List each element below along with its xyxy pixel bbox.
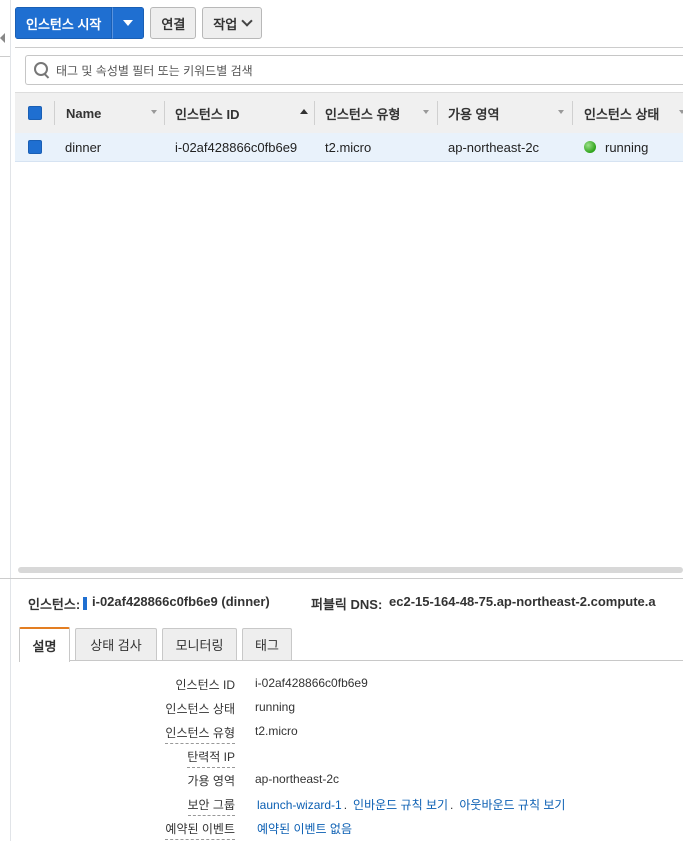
security-group-link[interactable]: launch-wizard-1 xyxy=(257,798,342,812)
column-header-instance-state[interactable]: 인스턴스 상태 xyxy=(584,93,659,133)
connect-button-label: 연결 xyxy=(161,16,186,32)
inbound-rules-link[interactable]: 인바운드 규칙 보기 xyxy=(353,798,448,812)
sort-caret-icon[interactable] xyxy=(423,110,429,114)
detail-value: 예약된 이벤트 없음 xyxy=(257,820,352,837)
scheduled-events-link[interactable]: 예약된 이벤트 없음 xyxy=(257,822,352,836)
detail-value: ap-northeast-2c xyxy=(255,772,340,786)
detail-key: 인스턴스 상태 xyxy=(165,702,235,716)
column-header-availability-zone[interactable]: 가용 영역 xyxy=(448,93,499,133)
search-filter-input[interactable]: 태그 및 속성별 필터 또는 키워드별 검색 xyxy=(25,55,683,85)
tab-tags[interactable]: 태그 xyxy=(242,628,292,660)
detail-key[interactable]: 예약된 이벤트 xyxy=(165,820,235,840)
column-header-instance-id-label: 인스턴스 ID xyxy=(175,106,240,122)
column-header-instance-state-label: 인스턴스 상태 xyxy=(584,106,660,122)
select-all-checkbox[interactable] xyxy=(28,106,42,120)
instance-header-label-text: 인스턴스: xyxy=(28,597,81,612)
actions-button[interactable]: 작업 xyxy=(202,7,263,39)
chevron-down-icon xyxy=(241,15,253,27)
tab-description-label: 설명 xyxy=(32,639,57,654)
detail-value: running xyxy=(255,700,296,714)
instance-header-value: i-02af428866c0fb6e9 (dinner) xyxy=(92,594,270,609)
tab-monitoring[interactable]: 모니터링 xyxy=(162,628,237,660)
link-separator: . xyxy=(450,798,454,812)
detail-row-scheduled-events: 예약된 이벤트 예약된 이벤트 없음 xyxy=(0,816,683,840)
detail-key: 인스턴스 ID xyxy=(175,678,236,692)
outbound-rules-link[interactable]: 아웃바운드 규칙 보기 xyxy=(459,798,565,812)
tab-description[interactable]: 설명 xyxy=(19,627,70,662)
connect-button[interactable]: 연결 xyxy=(150,7,197,39)
horizontal-scrollbar[interactable] xyxy=(18,567,683,573)
detail-row-security-group: 보안 그룹 launch-wizard-1. 인바운드 규칙 보기. 아웃바운드 규… xyxy=(0,792,683,816)
instance-header-label: 인스턴스: xyxy=(28,594,91,613)
instance-detail-header: 인스턴스: i-02af428866c0fb6e9 (dinner) 퍼블릭 D… xyxy=(0,578,683,623)
toolbar: 인스턴스 시작 연결 작업 xyxy=(15,7,263,39)
detail-key: 가용 영역 xyxy=(187,774,236,788)
tab-status-checks-label: 상태 검사 xyxy=(90,638,142,653)
cell-instance-state-label: running xyxy=(605,139,649,155)
actions-button-label: 작업 xyxy=(213,16,238,32)
cell-name: dinner xyxy=(65,139,102,155)
cell-availability-zone: ap-northeast-2c xyxy=(448,139,540,155)
detail-value: t2.micro xyxy=(255,724,298,738)
detail-key[interactable]: 보안 그룹 xyxy=(187,796,235,816)
detail-value: launch-wizard-1. 인바운드 규칙 보기. 아웃바운드 규칙 보기 xyxy=(257,796,565,813)
caret-down-icon xyxy=(123,20,134,26)
tab-monitoring-label: 모니터링 xyxy=(175,638,224,653)
column-header-name[interactable]: Name xyxy=(66,93,101,133)
column-header-instance-type-label: 인스턴스 유형 xyxy=(325,106,401,122)
column-separator xyxy=(164,101,165,125)
detail-row-availability-zone: 가용 영역 ap-northeast-2c xyxy=(0,768,683,792)
column-header-instance-id[interactable]: 인스턴스 ID xyxy=(175,93,239,133)
detail-row-instance-state: 인스턴스 상태 running xyxy=(0,696,683,720)
cell-instance-state: running xyxy=(584,133,648,161)
tab-tags-label: 태그 xyxy=(255,638,279,653)
row-checkbox[interactable] xyxy=(28,140,42,154)
launch-instance-button-group: 인스턴스 시작 xyxy=(15,7,145,39)
launch-instance-button[interactable]: 인스턴스 시작 xyxy=(15,7,113,39)
cell-instance-type: t2.micro xyxy=(325,139,372,155)
column-header-availability-zone-label: 가용 영역 xyxy=(448,106,500,122)
public-dns-label: 퍼블릭 DNS: xyxy=(311,597,383,612)
detail-row-elastic-ip: 탄력적 IP xyxy=(0,744,683,768)
detail-key[interactable]: 인스턴스 유형 xyxy=(165,724,235,744)
table-row[interactable]: dinner i-02af428866c0fb6e9 t2.micro ap-n… xyxy=(15,133,683,162)
tab-baseline xyxy=(19,660,683,661)
rail-divider xyxy=(0,56,10,57)
detail-row-instance-id: 인스턴스 ID i-02af428866c0fb6e9 xyxy=(0,672,683,696)
search-placeholder: 태그 및 속성별 필터 또는 키워드별 검색 xyxy=(56,63,253,78)
column-header-instance-type[interactable]: 인스턴스 유형 xyxy=(325,93,400,133)
sort-ascending-icon[interactable] xyxy=(300,109,308,114)
detail-key[interactable]: 탄력적 IP xyxy=(187,748,235,768)
sort-caret-icon[interactable] xyxy=(679,110,683,114)
tab-status-checks[interactable]: 상태 검사 xyxy=(75,628,157,660)
sort-caret-icon[interactable] xyxy=(151,110,157,114)
column-separator xyxy=(314,101,315,125)
table-header: Name 인스턴스 ID 인스턴스 유형 가용 영역 인스턴스 상태 xyxy=(15,92,683,134)
instances-panel: 태그 및 속성별 필터 또는 키워드별 검색 Name 인스턴스 ID 인스턴스… xyxy=(15,47,683,578)
launch-dropdown-button[interactable] xyxy=(112,7,145,39)
link-separator: . xyxy=(343,798,348,812)
cell-instance-id: i-02af428866c0fb6e9 xyxy=(175,139,298,155)
public-dns-value: ec2-15-164-48-75.ap-northeast-2.compute.… xyxy=(389,594,656,609)
detail-row-instance-type: 인스턴스 유형 t2.micro xyxy=(0,720,683,744)
column-header-name-label: Name xyxy=(66,105,102,121)
sort-caret-icon[interactable] xyxy=(558,110,564,114)
search-icon xyxy=(34,62,50,79)
running-status-icon xyxy=(584,141,596,153)
column-separator xyxy=(54,101,55,125)
collapse-arrow-icon[interactable] xyxy=(0,33,5,43)
column-separator xyxy=(437,101,438,125)
detail-value: i-02af428866c0fb6e9 xyxy=(255,676,368,690)
column-separator xyxy=(572,101,573,125)
selection-marker-icon xyxy=(83,597,88,610)
